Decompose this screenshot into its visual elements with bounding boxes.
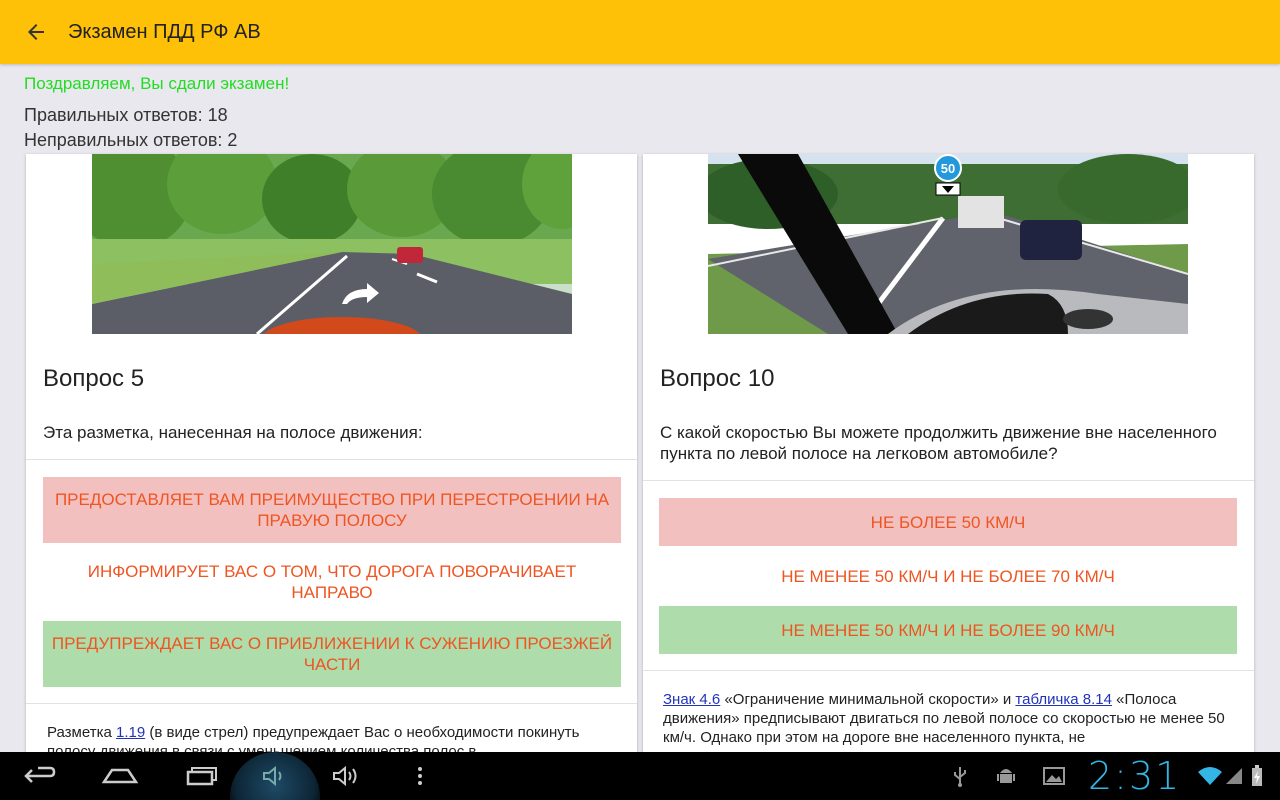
signal-icon bbox=[1226, 768, 1242, 784]
answer-label: Предупреждает Вас о приближении к сужени… bbox=[51, 634, 613, 674]
divider bbox=[26, 459, 637, 460]
answer-option-1[interactable]: Предоставляет Вам преимущество при перес… bbox=[43, 477, 621, 543]
nav-back-button[interactable] bbox=[16, 756, 64, 796]
question-title: Вопрос 10 bbox=[660, 365, 775, 392]
usb-icon bbox=[954, 767, 966, 787]
question-image: 50 bbox=[708, 154, 1188, 334]
recent-apps-icon bbox=[186, 767, 217, 786]
nav-home-button[interactable] bbox=[96, 756, 144, 796]
gallery-status bbox=[1040, 756, 1068, 796]
android-debug-icon bbox=[997, 769, 1015, 783]
question-image bbox=[92, 154, 572, 334]
explanation-part: Разметка bbox=[47, 724, 116, 741]
question-text: Эта разметка, нанесенная на полосе движе… bbox=[43, 423, 423, 442]
question-card-5: Вопрос 5 Эта разметка, нанесенная на пол… bbox=[26, 154, 637, 752]
menu-icon bbox=[418, 767, 422, 785]
app-title: Экзамен ПДД РФ АВ bbox=[68, 20, 261, 43]
answer-option-3[interactable]: Предупреждает Вас о приближении к сужени… bbox=[43, 621, 621, 687]
wrong-count: Неправильных ответов: 2 bbox=[24, 130, 238, 150]
sign-label: 50 bbox=[941, 161, 955, 176]
answer-option-3[interactable]: Не менее 50 км/ч и не более 90 км/ч bbox=[659, 606, 1237, 654]
nav-recent-button[interactable] bbox=[176, 756, 224, 796]
wifi-icon bbox=[1198, 767, 1222, 785]
question-text: С какой скоростью Вы можете продолжить д… bbox=[660, 423, 1217, 463]
nav-volume-down-button[interactable] bbox=[230, 752, 320, 800]
battery-icon bbox=[1252, 765, 1262, 786]
wifi-status bbox=[1196, 756, 1224, 796]
app-bar: Экзамен ПДД РФ АВ bbox=[0, 0, 1280, 64]
answer-label: Не менее 50 км/ч и не более 70 км/ч bbox=[781, 566, 1115, 586]
answer-option-1[interactable]: Не более 50 км/ч bbox=[659, 498, 1237, 546]
status-clock: 2:31 bbox=[1088, 754, 1182, 798]
nav-volume-up-button[interactable] bbox=[324, 756, 368, 796]
answer-label: Информирует Вас о том, что дорога повора… bbox=[87, 562, 577, 602]
usb-status bbox=[946, 756, 974, 796]
answer-option-2[interactable]: Не менее 50 км/ч и не более 70 км/ч bbox=[659, 552, 1237, 600]
volume-up-icon bbox=[333, 765, 357, 787]
question-title: Вопрос 5 bbox=[43, 365, 145, 392]
divider bbox=[26, 703, 637, 704]
results-content[interactable]: Поздравляем, Вы сдали экзамен! Правильны… bbox=[0, 64, 1280, 752]
question-card-10: 50 Вопрос 10 С какой скоростью Вы можете… bbox=[643, 154, 1254, 752]
answer-label: Не более 50 км/ч bbox=[870, 512, 1026, 532]
arrow-back-icon bbox=[28, 24, 44, 40]
explanation-part: «Ограничение минимальной скорости» и bbox=[720, 691, 1016, 708]
nav-menu-button[interactable] bbox=[404, 756, 436, 796]
explanation-text: Разметка 1.19 (в виде стрел) предупрежда… bbox=[47, 723, 607, 752]
signal-status bbox=[1222, 756, 1246, 796]
correct-count: Правильных ответов: 18 bbox=[24, 105, 228, 125]
divider bbox=[643, 670, 1254, 671]
debug-status bbox=[992, 756, 1020, 796]
answer-option-2[interactable]: Информирует Вас о том, что дорога повора… bbox=[43, 549, 621, 615]
back-button[interactable] bbox=[14, 10, 58, 54]
answer-label: Не менее 50 км/ч и не более 90 км/ч bbox=[781, 620, 1115, 640]
explanation-text: Знак 4.6 «Ограничение минимальной скорос… bbox=[663, 690, 1233, 747]
home-icon bbox=[101, 768, 139, 784]
battery-status bbox=[1246, 756, 1268, 796]
sign-link[interactable]: Знак 4.6 bbox=[663, 691, 720, 708]
image-icon bbox=[1043, 767, 1065, 785]
volume-down-icon bbox=[263, 765, 282, 787]
answer-label: Предоставляет Вам преимущество при перес… bbox=[54, 490, 610, 530]
marking-link[interactable]: 1.19 bbox=[116, 724, 145, 741]
divider bbox=[643, 480, 1254, 481]
back-icon bbox=[24, 766, 56, 783]
plate-link[interactable]: табличка 8.14 bbox=[1015, 691, 1112, 708]
congrats-message: Поздравляем, Вы сдали экзамен! bbox=[24, 74, 290, 93]
